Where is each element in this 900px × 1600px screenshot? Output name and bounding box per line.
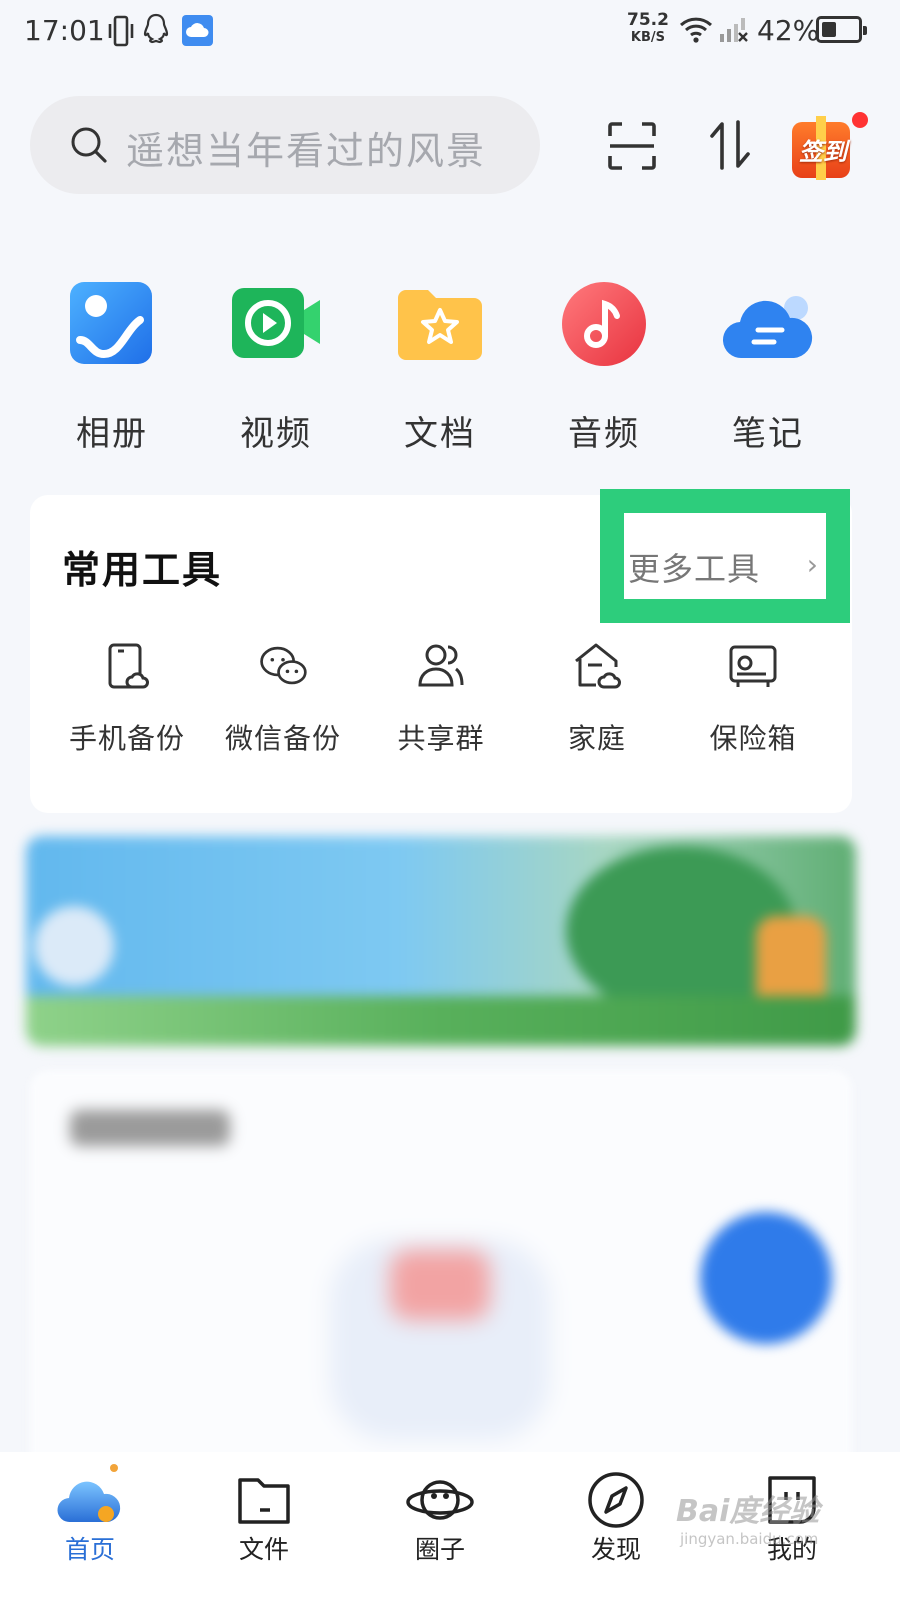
scan-icon <box>608 122 656 170</box>
tool-wechat-backup[interactable]: 微信备份 <box>208 635 358 765</box>
tool-label: 微信备份 <box>224 722 341 755</box>
signin-label: 签到 <box>799 138 847 166</box>
wifi-icon <box>678 14 714 48</box>
search-placeholder: 遥想当年看过的风景 <box>126 129 487 173</box>
category-album[interactable]: 相册 <box>52 270 172 460</box>
banner-badge <box>34 906 114 986</box>
category-label: 相册 <box>76 414 148 454</box>
tool-share-group[interactable]: 共享群 <box>366 635 516 765</box>
category-row: 相册 视频 文档 音频 笔记 <box>0 270 900 460</box>
search-bar[interactable]: 遥想当年看过的风景 <box>30 96 540 194</box>
tool-family[interactable]: 家庭 <box>522 635 672 765</box>
share-group-icon <box>418 644 464 687</box>
compass-icon <box>588 1472 644 1528</box>
category-audio[interactable]: 音频 <box>544 270 664 460</box>
status-bar: 17:01 75.2 KB/S 42% <box>0 0 900 64</box>
cloud-app-icon <box>182 15 213 46</box>
tool-label: 手机备份 <box>68 722 185 755</box>
upload-fab-button[interactable] <box>700 1212 832 1344</box>
nav-label: 文件 <box>238 1535 289 1564</box>
nav-home[interactable]: 首页 <box>0 1452 180 1600</box>
audio-icon <box>562 282 646 366</box>
battery-cap <box>863 26 867 35</box>
battery-icon <box>816 16 867 43</box>
more-tools-label: 更多工具 <box>628 550 761 588</box>
album-icon <box>70 282 152 364</box>
nav-badge-dot <box>110 1464 118 1472</box>
nav-label: 圈子 <box>414 1535 465 1564</box>
nav-files[interactable]: 文件 <box>174 1452 354 1600</box>
nav-label: 首页 <box>64 1535 115 1564</box>
network-speed-value: 75.2 <box>627 10 669 30</box>
tool-label: 家庭 <box>567 722 626 755</box>
chevron-right-icon: › <box>806 548 818 581</box>
tool-label: 保险箱 <box>709 722 797 755</box>
note-icon <box>722 296 813 359</box>
battery-percent: 42% <box>757 14 820 47</box>
category-label: 文档 <box>404 414 476 454</box>
category-label: 视频 <box>240 414 312 454</box>
category-label: 音频 <box>568 414 640 454</box>
tool-safe[interactable]: 保险箱 <box>678 635 828 765</box>
phone-backup-icon <box>108 643 149 689</box>
signal-icon <box>718 16 750 48</box>
family-icon <box>575 643 621 689</box>
scan-button[interactable] <box>606 120 658 172</box>
category-document[interactable]: 文档 <box>380 270 500 460</box>
network-speed: 75.2 KB/S <box>627 10 669 45</box>
vibrate-icon <box>106 14 136 52</box>
home-cloud-icon <box>57 1481 121 1523</box>
search-icon <box>70 126 108 168</box>
tool-phone-backup[interactable]: 手机备份 <box>52 635 202 765</box>
planet-icon <box>406 1480 474 1520</box>
category-video[interactable]: 视频 <box>216 270 336 460</box>
wechat-backup-icon <box>260 646 307 685</box>
transfer-button[interactable] <box>706 118 756 172</box>
tool-label: 共享群 <box>397 722 485 755</box>
transfer-arrows-icon <box>710 120 750 170</box>
recent-content-title <box>70 1110 230 1146</box>
battery-fill <box>822 22 836 37</box>
nav-circle[interactable]: 圈子 <box>350 1452 530 1600</box>
network-speed-unit: KB/S <box>630 30 666 45</box>
watermark-url: jingyan.baidu.com <box>680 1530 819 1548</box>
safe-icon <box>729 645 777 687</box>
notification-dot <box>852 112 868 128</box>
status-time: 17:01 <box>24 14 105 47</box>
signin-button[interactable]: 签到 <box>780 106 868 188</box>
folder-icon <box>238 1478 290 1524</box>
common-tools-title: 常用工具 <box>62 548 223 592</box>
document-icon <box>398 290 482 360</box>
category-label: 笔记 <box>732 414 804 454</box>
common-tools-card: 常用工具 手机备份 微信备份 共享群 家庭 保险箱 <box>30 489 852 813</box>
video-icon <box>232 288 320 358</box>
empty-state-illustration-accent <box>390 1250 490 1320</box>
promo-banner[interactable] <box>26 836 856 1046</box>
more-tools-link[interactable]: 更多工具 › <box>628 544 818 588</box>
category-note[interactable]: 笔记 <box>708 270 828 460</box>
qq-icon <box>142 12 170 50</box>
app-screen: 17:01 75.2 KB/S 42% 遥想当年看过的风景 签到 相册 视频 文… <box>0 0 900 1600</box>
banner-grass <box>26 996 856 1046</box>
